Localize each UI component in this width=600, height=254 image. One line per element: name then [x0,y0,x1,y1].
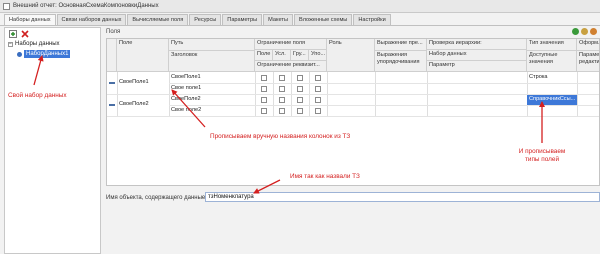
header-restriction-attrs: Ограничение реквизит... [255,61,327,72]
checkbox[interactable] [297,75,303,81]
tree-item-dataset1[interactable]: НаборДанных1 [17,50,71,58]
annotation-own-dataset: Свой набор данных [8,92,67,99]
checkbox[interactable] [279,86,285,92]
tab-templates[interactable]: Макеты [263,14,293,25]
checkbox[interactable] [315,75,321,81]
object-name-input[interactable]: тзНоменклатура [205,192,600,202]
checkbox[interactable] [261,97,267,103]
grid-toolbar [572,28,597,35]
header-expr-order: Выражения упорядочивания [375,51,427,72]
tab-nested-schemas[interactable]: Вложенные схемы [293,14,353,25]
fields-grid: Поле Путь Заголовок Ограничение поля Пол… [106,38,600,186]
delete-icon[interactable] [21,30,29,38]
header-restriction: Ограничение поля [255,39,327,50]
tab-settings[interactable]: Настройки [353,14,391,25]
move-icon[interactable] [581,28,588,35]
row-path[interactable]: СвоеПоле2 [169,95,255,103]
datasets-panel: − Наборы данных НаборДанных1 [4,27,101,254]
header-role: Роль [327,39,375,72]
header-value-type: Тип значения [527,39,577,51]
checkbox[interactable] [297,86,303,92]
options-icon[interactable] [590,28,597,35]
checkbox[interactable] [297,108,303,114]
header-path: Путь [169,39,255,51]
tab-bar: Наборы данных Связи наборов данных Вычис… [4,14,392,26]
checkbox[interactable] [261,86,267,92]
annotation-field-types-2: типы полей [524,156,560,163]
add-dataset-icon[interactable] [9,30,17,38]
fields-panel-label: Поля [106,29,121,35]
tab-resources[interactable]: Ресурсы [189,14,222,25]
tab-dataset-links[interactable]: Связи наборов данных [56,14,127,25]
field-row-icon [109,104,115,106]
tree-item-label: НаборДанных1 [24,50,71,58]
collapse-icon[interactable]: − [8,41,13,47]
window-icon [3,3,10,10]
header-restr-cond: Усл. [273,50,291,61]
checkbox[interactable] [279,108,285,114]
header-design: Оформ... [577,39,599,51]
checkbox[interactable] [297,97,303,103]
checkbox[interactable] [315,86,321,92]
tab-divider [0,25,600,26]
tree-root-label: Наборы данных [15,41,60,47]
header-hierarchy: Проверка иерархии: [427,39,527,50]
checkbox[interactable] [279,97,285,103]
header-title: Заголовок [169,51,255,72]
row-value-type[interactable]: СправочникСсы... [527,95,577,105]
header-restr-group: Гру... [291,50,309,61]
header-restr-field: Поле [255,50,273,61]
row-field[interactable]: СвоеПоле1 [117,78,169,86]
window-titlebar: Внешний отчет: ОсновнаяСхемаКомпоновкиДа… [0,0,600,13]
row-path[interactable]: СвоеПоле1 [169,73,255,81]
checkbox[interactable] [315,97,321,103]
checkbox[interactable] [315,108,321,114]
header-field: Поле [117,39,169,72]
datasets-toolbar [9,30,29,38]
checkbox[interactable] [261,108,267,114]
header-rowicon [107,39,117,72]
header-available-values: Доступные значения [527,51,577,72]
header-expr-view: Выражение пре... [375,39,427,51]
header-dataset: Набор данных [427,50,527,61]
object-name-label: Имя объекта, содержащего данные: [106,195,207,201]
annotation-name-as-vt: Имя так как назвали ТЗ [290,173,360,180]
add-field-icon[interactable] [572,28,579,35]
checkbox[interactable] [279,75,285,81]
tab-calculated-fields[interactable]: Вычисляемые поля [127,14,189,25]
field-row-icon [109,82,115,84]
tab-parameters[interactable]: Параметры [222,14,263,25]
tree-root[interactable]: − Наборы данных [8,41,60,47]
annotation-column-names: Прописываем вручную названия колонок из … [210,133,351,140]
window-title: Внешний отчет: ОсновнаяСхемаКомпоновкиДа… [13,3,159,9]
row-title[interactable]: Свое поле1 [169,84,255,92]
row-field[interactable]: СвоеПоле2 [117,100,169,108]
row-title[interactable]: Свое поле2 [169,106,255,114]
header-restr-order: Упо... [309,50,327,61]
header-param: Параметр [427,61,527,72]
dataset-icon [17,51,22,57]
checkbox[interactable] [261,75,267,81]
annotation-field-types-1: И прописываем [518,148,566,155]
header-edit: Параметр редакти... [577,51,599,72]
row-value-type[interactable]: Строка [527,73,577,81]
